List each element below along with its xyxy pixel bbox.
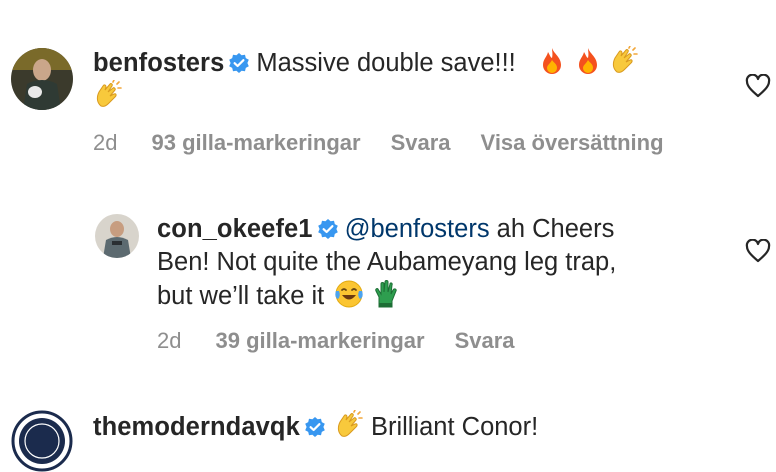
likes-count[interactable]: 39 gilla-markeringar xyxy=(215,327,424,355)
timestamp: 2d xyxy=(157,328,182,353)
goalkeeper-glove-emoji xyxy=(370,279,400,309)
comment-body: benfosters Massive double save!!! xyxy=(93,46,713,114)
username[interactable]: con_okeefe1 xyxy=(157,215,313,243)
avatar[interactable] xyxy=(11,48,73,110)
reply-button[interactable]: Svara xyxy=(455,327,515,355)
comment-text-line2: Ben! Not quite the Aubameyang leg trap, xyxy=(157,248,617,276)
heart-outline-icon[interactable] xyxy=(745,74,771,98)
comment-meta: 2d 39 gilla-markeringar Svara xyxy=(157,327,545,355)
comment-text-line3: but we’ll take it xyxy=(157,282,325,310)
timestamp: 2d xyxy=(93,130,118,155)
avatar[interactable] xyxy=(11,410,73,472)
mention-link[interactable]: @benfosters xyxy=(345,215,490,243)
fire-emoji xyxy=(573,46,603,76)
translate-button[interactable]: Visa översättning xyxy=(481,129,664,157)
comment-meta: 2d 93 gilla-markeringar Svara Visa översätt… xyxy=(93,129,694,157)
clapping-hands-emoji xyxy=(609,46,639,76)
comment-text-line1: ah Cheers xyxy=(496,215,615,243)
likes-count[interactable]: 93 gilla-markeringar xyxy=(151,129,360,157)
verified-badge-icon xyxy=(228,52,250,74)
clapping-hands-emoji xyxy=(93,80,123,110)
comment-body: themoderndavqk Brilliant Conor! xyxy=(93,410,713,444)
clapping-hands-emoji xyxy=(334,410,364,440)
verified-badge-icon xyxy=(304,416,326,438)
avatar[interactable] xyxy=(95,214,139,258)
username[interactable]: benfosters xyxy=(93,49,224,77)
verified-badge-icon xyxy=(317,218,339,240)
reply-button[interactable]: Svara xyxy=(391,129,451,157)
heart-outline-icon[interactable] xyxy=(745,239,771,263)
fire-emoji xyxy=(537,46,567,76)
comment-text: Massive double save!!! xyxy=(256,49,516,77)
tears-of-joy-emoji xyxy=(334,279,364,309)
comment-body: con_okeefe1 @benfosters ah Cheers Ben! No… xyxy=(157,213,737,313)
